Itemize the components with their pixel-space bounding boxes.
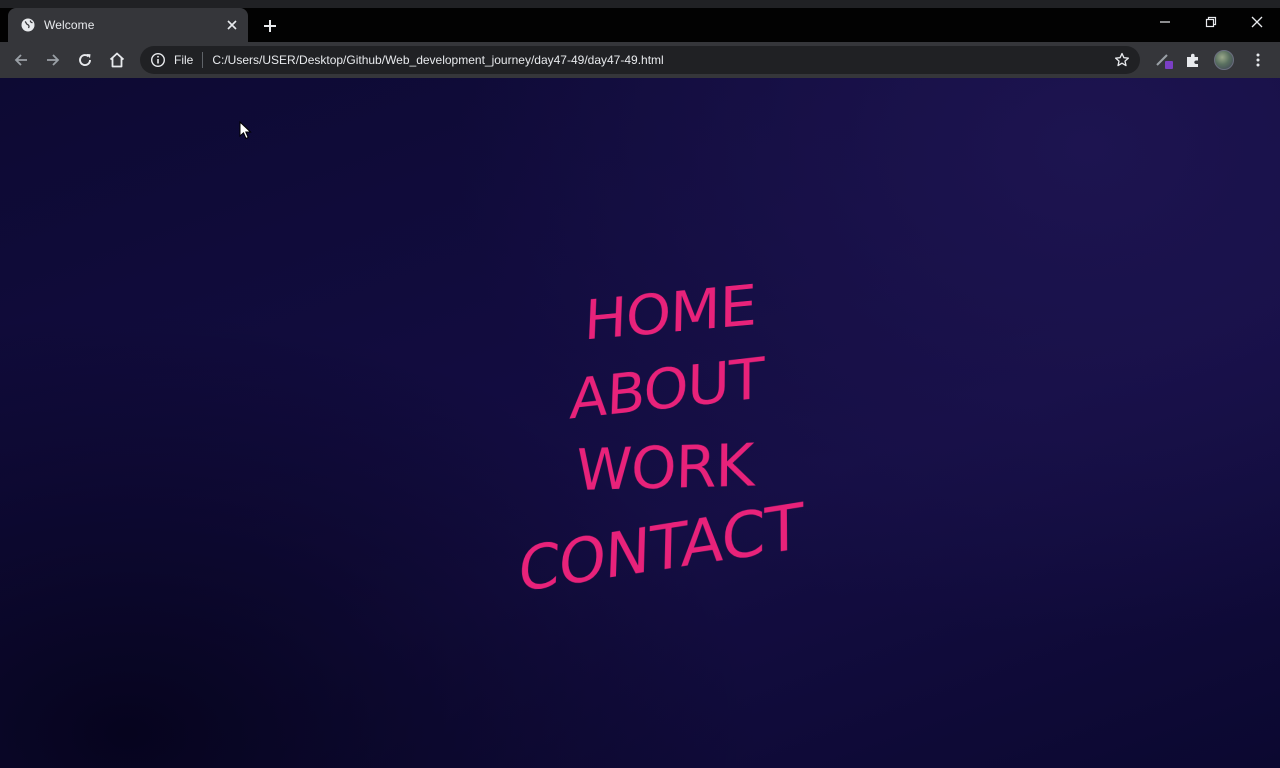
window-top-edge [0,0,1280,8]
pen-extension-button[interactable] [1152,48,1176,72]
bookmark-star-button[interactable] [1110,48,1134,72]
browser-menu-button[interactable] [1246,48,1270,72]
reload-icon [79,54,91,66]
url-text[interactable]: C:/Users/USER/Desktop/Github/Web_develop… [212,53,1110,67]
globe-icon [20,17,36,33]
browser-titlebar: Welcome [0,0,1280,42]
page-viewport: HOME ABOUT WORK CONTACT [0,78,1280,768]
plus-icon [264,20,276,32]
reload-button[interactable] [73,48,97,72]
minimize-button[interactable] [1152,10,1178,34]
close-icon[interactable] [222,15,242,35]
info-icon[interactable] [150,52,166,68]
avatar [1214,50,1234,70]
home-button[interactable] [105,48,129,72]
profile-button[interactable] [1212,48,1236,72]
forward-arrow-icon [47,54,60,66]
minimize-icon [1160,21,1170,23]
forward-button[interactable] [41,48,65,72]
page-info-label[interactable]: File [174,53,193,67]
restore-icon [1205,16,1217,28]
menu-stage: HOME ABOUT WORK CONTACT [480,268,840,608]
puzzle-icon [1187,53,1198,67]
back-arrow-icon [14,54,27,66]
browser-toolbar: File C:/Users/USER/Desktop/Github/Web_de… [0,42,1280,78]
new-tab-button[interactable] [258,14,282,38]
back-button[interactable] [9,48,33,72]
address-bar[interactable]: File C:/Users/USER/Desktop/Github/Web_de… [140,46,1140,74]
extensions-button[interactable] [1181,48,1205,72]
window-close-icon [1251,16,1263,28]
kebab-menu-icon [1256,53,1260,67]
tab-welcome[interactable]: Welcome [8,8,248,42]
restore-button[interactable] [1198,10,1224,34]
omnibox-divider [202,52,204,68]
home-icon [109,52,125,68]
star-icon [1114,52,1130,67]
window-close-button[interactable] [1244,10,1270,34]
tab-title: Welcome [44,18,95,32]
mouse-cursor-icon [239,121,252,140]
pen-extension-icon [1156,54,1173,69]
nav-menu: HOME ABOUT WORK CONTACT [476,260,849,620]
